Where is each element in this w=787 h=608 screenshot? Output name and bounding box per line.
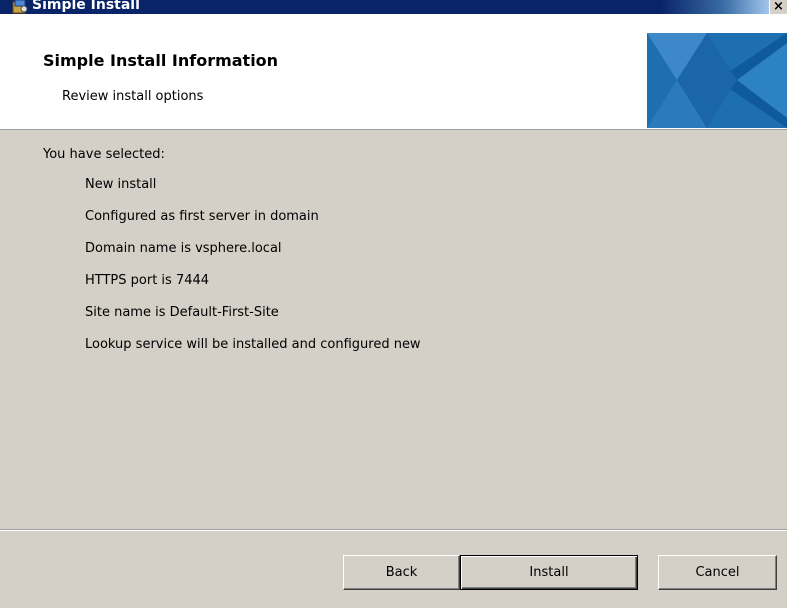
back-button[interactable]: Back [343,555,460,590]
selected-option: Domain name is vsphere.local [85,241,282,256]
installer-icon [12,0,28,14]
selected-option: Lookup service will be installed and con… [85,337,421,352]
install-button[interactable]: Install [460,555,638,590]
selection-heading: You have selected: [43,147,165,162]
selected-option: HTTPS port is 7444 [85,273,210,288]
banner-logo-graphic [647,33,787,128]
selected-option: New install [85,177,157,192]
footer-separator [0,529,787,531]
installer-window: Simple Install × Simple Install Informat… [0,0,787,608]
title-bar: Simple Install × [0,0,787,33]
cancel-button[interactable]: Cancel [658,555,777,590]
page-subtitle: Review install options [62,89,204,104]
close-button[interactable]: × [769,0,787,14]
page-title: Simple Install Information [43,51,279,70]
window-title: Simple Install [32,0,140,13]
selected-option: Site name is Default-First-Site [85,305,279,320]
selected-option: Configured as first server in domain [85,209,319,224]
